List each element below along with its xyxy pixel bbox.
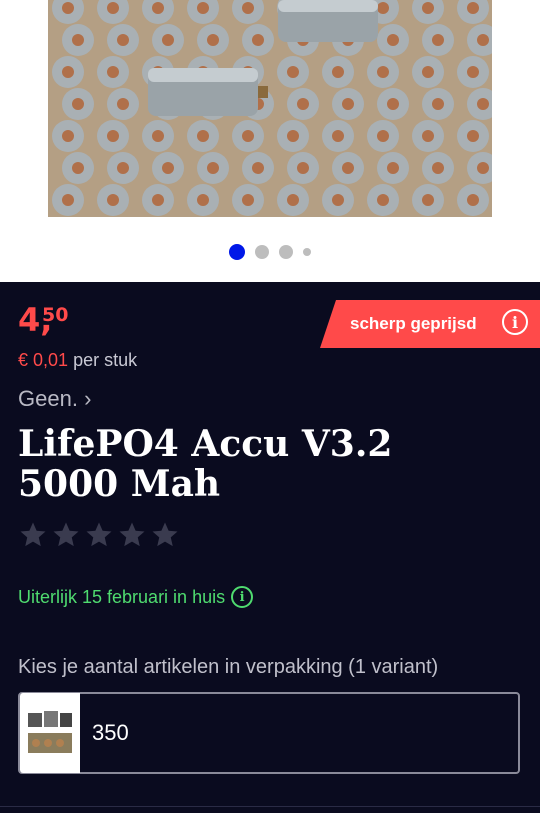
cell-terminal xyxy=(62,130,74,142)
cell-terminal xyxy=(152,2,164,14)
pager-dot-1[interactable] xyxy=(229,244,245,260)
cell-terminal xyxy=(162,162,174,174)
cell-terminal xyxy=(387,34,399,46)
star-icon xyxy=(86,522,112,547)
cell-terminal xyxy=(207,34,219,46)
cell-terminal xyxy=(467,2,479,14)
cell-terminal xyxy=(477,34,489,46)
cell-terminal xyxy=(162,34,174,46)
pager-dot-2[interactable] xyxy=(255,245,269,259)
unit-price-amount: € 0,01 xyxy=(18,350,69,370)
cell-terminal xyxy=(107,194,119,206)
cell-terminal xyxy=(72,98,84,110)
cell-terminal xyxy=(242,2,254,14)
cell-terminal xyxy=(422,194,434,206)
cell-terminal xyxy=(377,130,389,142)
variant-selected-value: 350 xyxy=(92,720,129,745)
cell-terminal xyxy=(432,34,444,46)
cell-terminal xyxy=(477,162,489,174)
cell-terminal xyxy=(287,194,299,206)
cell-terminal xyxy=(377,2,389,14)
cell-terminal xyxy=(287,130,299,142)
battery-cells-image xyxy=(48,0,492,217)
cell-terminal xyxy=(342,162,354,174)
cell-terminal xyxy=(332,130,344,142)
pager-dot-3[interactable] xyxy=(279,245,293,259)
cell-terminal xyxy=(152,130,164,142)
cell-terminal xyxy=(332,194,344,206)
cell-terminal xyxy=(287,66,299,78)
brand-link[interactable]: Geen. › xyxy=(18,386,91,412)
cell-terminal xyxy=(62,194,74,206)
cell-terminal xyxy=(297,98,309,110)
gallery-pager[interactable] xyxy=(0,244,540,260)
delivery-text: Uiterlijk 15 februari in huis xyxy=(18,586,226,607)
cell-terminal xyxy=(107,130,119,142)
cell-terminal xyxy=(242,194,254,206)
variant-selector[interactable]: 350 xyxy=(18,692,520,774)
star-icon xyxy=(20,522,46,547)
divider xyxy=(0,806,540,807)
variant-label: Kies je aantal artikelen in verpakking (… xyxy=(18,656,439,678)
product-image-gallery[interactable] xyxy=(0,0,540,282)
cell-terminal xyxy=(467,130,479,142)
product-photo[interactable] xyxy=(48,0,492,217)
cell-terminal xyxy=(422,66,434,78)
star-icon xyxy=(119,522,145,547)
cell-terminal xyxy=(72,34,84,46)
chevron-right-icon: › xyxy=(84,386,92,411)
cell-terminal xyxy=(422,130,434,142)
cell-terminal xyxy=(387,98,399,110)
cell-terminal xyxy=(242,130,254,142)
unit-price: € 0,01 per stuk xyxy=(18,350,137,371)
delivery-info: Uiterlijk 15 februari in huis i xyxy=(18,586,254,608)
brand-label: Geen. xyxy=(18,386,78,411)
unit-price-suffix: per stuk xyxy=(73,350,138,370)
cell-terminal xyxy=(62,66,74,78)
cell-terminal xyxy=(467,66,479,78)
cell-terminal xyxy=(107,2,119,14)
cell-terminal xyxy=(297,162,309,174)
cell-terminal xyxy=(332,66,344,78)
pager-dot-4[interactable] xyxy=(303,248,311,256)
cell-terminal xyxy=(377,194,389,206)
deal-badge-label: scherp geprijsd xyxy=(350,314,477,333)
cell-terminal xyxy=(377,66,389,78)
cell-terminal xyxy=(387,162,399,174)
price-cents: 50 xyxy=(42,304,69,326)
cell-terminal xyxy=(252,34,264,46)
variant-thumbnail xyxy=(20,693,80,773)
product-title: LifePO4 Accu V3.2 5000 Mah xyxy=(18,424,518,504)
star-icon xyxy=(53,522,79,547)
cell-terminal xyxy=(117,162,129,174)
cell-terminal xyxy=(467,194,479,206)
cell-terminal xyxy=(197,130,209,142)
cell-terminal xyxy=(477,98,489,110)
cell-terminal xyxy=(62,2,74,14)
battery-pack-thumbnail xyxy=(28,711,72,753)
star-icon xyxy=(152,522,178,547)
cell-terminal xyxy=(422,2,434,14)
cell-terminal xyxy=(197,194,209,206)
cell-terminal xyxy=(107,66,119,78)
cell-terminal xyxy=(197,2,209,14)
cell-terminal xyxy=(152,194,164,206)
price: 4, 50 xyxy=(18,302,68,338)
rating-stars[interactable] xyxy=(18,520,180,550)
deal-badge[interactable]: scherp geprijsd i xyxy=(320,300,540,348)
cell-terminal xyxy=(432,98,444,110)
cell-terminal xyxy=(342,98,354,110)
info-icon[interactable]: i xyxy=(231,586,254,608)
cell-terminal xyxy=(117,98,129,110)
cell-terminal xyxy=(117,34,129,46)
product-title-line-1: LifePO4 Accu V3.2 xyxy=(18,423,393,465)
cell-terminal xyxy=(252,162,264,174)
product-title-line-2: 5000 Mah xyxy=(18,463,221,505)
cell-terminal xyxy=(207,162,219,174)
cell-terminal xyxy=(432,162,444,174)
cell-terminal xyxy=(72,162,84,174)
info-icon[interactable]: i xyxy=(502,309,528,335)
